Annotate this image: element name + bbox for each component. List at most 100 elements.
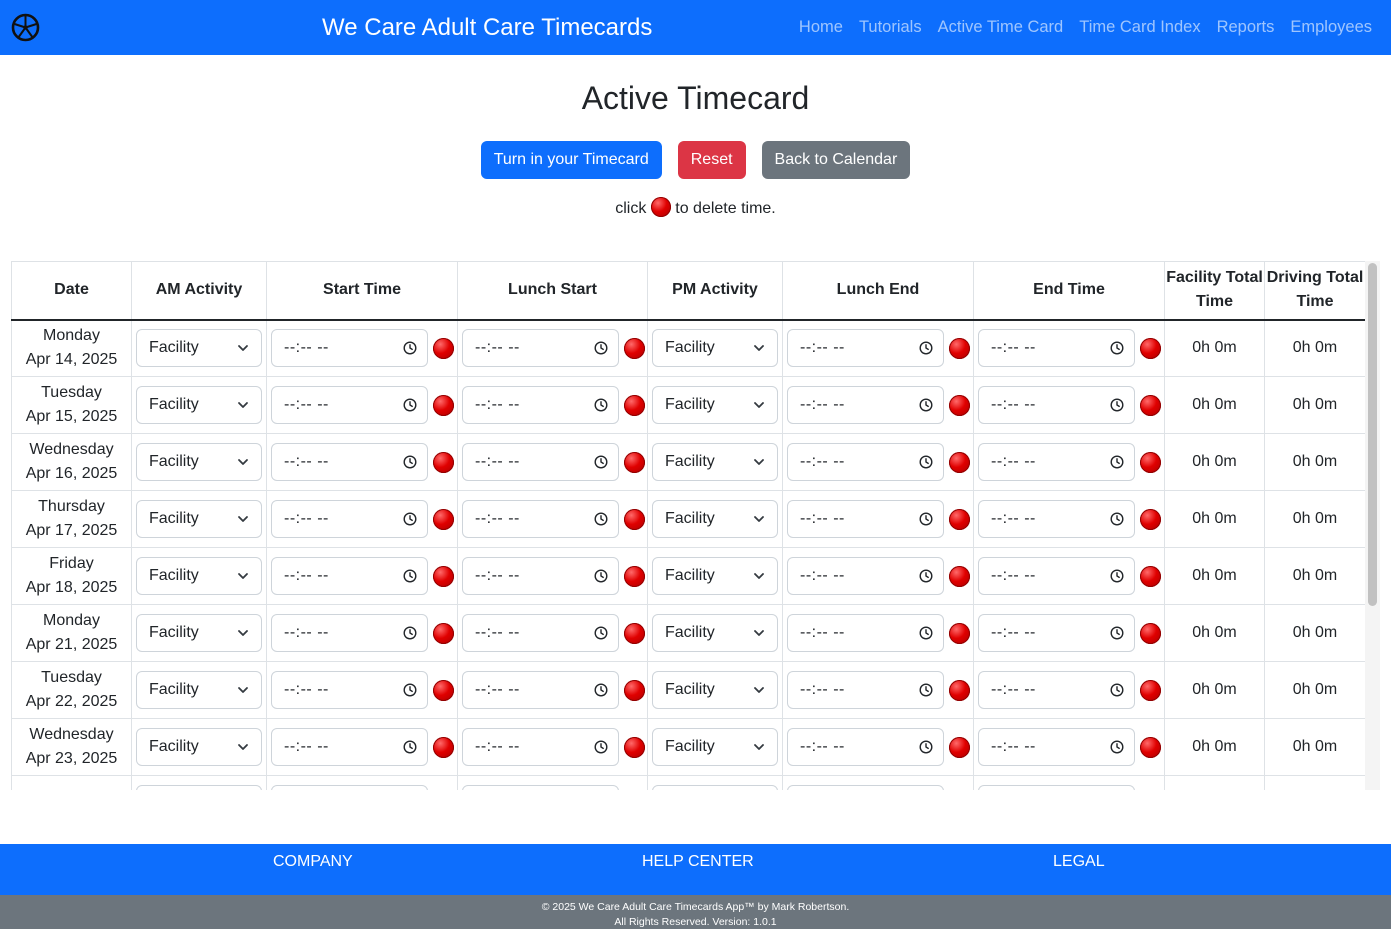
delete-end-time-red-circle-icon[interactable] xyxy=(1140,565,1161,587)
pm-activity-select[interactable]: Facility xyxy=(652,614,778,652)
end-time-input[interactable]: --:-- -- xyxy=(978,500,1135,538)
clock-icon[interactable] xyxy=(594,740,608,754)
turn-in-timecard-button[interactable]: Turn in your Timecard xyxy=(480,141,662,179)
clock-icon[interactable] xyxy=(1110,740,1124,754)
clock-icon[interactable] xyxy=(1110,512,1124,526)
clock-icon[interactable] xyxy=(594,626,608,640)
nav-employees[interactable]: Employees xyxy=(1290,18,1372,37)
end-time-input[interactable]: --:-- -- xyxy=(978,443,1135,481)
clock-icon[interactable] xyxy=(594,455,608,469)
clock-icon[interactable] xyxy=(594,569,608,583)
pm-activity-select[interactable]: Facility xyxy=(652,557,778,595)
clock-icon[interactable] xyxy=(594,398,608,412)
pm-activity-select[interactable]: Facility xyxy=(652,443,778,481)
lunch-end-input[interactable]: --:-- -- xyxy=(787,671,944,709)
end-time-input[interactable]: --:-- -- xyxy=(978,329,1135,368)
start-time-input[interactable]: --:-- -- xyxy=(271,671,428,709)
lunch-end-input[interactable]: --:-- -- xyxy=(787,443,944,481)
am-activity-select[interactable]: Facility xyxy=(136,443,262,481)
clock-icon[interactable] xyxy=(1110,569,1124,583)
start-time-input[interactable]: --:-- -- xyxy=(271,614,428,652)
footer-company[interactable]: COMPANY xyxy=(273,853,353,871)
clock-icon[interactable] xyxy=(919,626,933,640)
clock-icon[interactable] xyxy=(1110,341,1124,355)
delete-start-time-red-circle-icon[interactable] xyxy=(433,736,454,758)
end-time-input[interactable]: --:-- -- xyxy=(978,386,1135,424)
delete-lunch-start-red-circle-icon[interactable] xyxy=(624,622,645,644)
am-activity-select[interactable]: Facility xyxy=(136,557,262,595)
clock-icon[interactable] xyxy=(403,569,417,583)
nav-time-card-index[interactable]: Time Card Index xyxy=(1079,18,1200,37)
pm-activity-select[interactable]: Facility xyxy=(652,386,778,424)
footer-help-center[interactable]: HELP CENTER xyxy=(642,853,754,871)
clock-icon[interactable] xyxy=(919,683,933,697)
delete-lunch-end-red-circle-icon[interactable] xyxy=(949,679,970,701)
nav-reports[interactable]: Reports xyxy=(1217,18,1275,37)
am-activity-select[interactable]: Facility xyxy=(136,785,262,790)
lunch-start-input[interactable]: --:-- -- xyxy=(462,728,619,766)
pm-activity-select[interactable]: Facility xyxy=(652,500,778,538)
clock-icon[interactable] xyxy=(919,512,933,526)
lunch-start-input[interactable]: --:-- -- xyxy=(462,614,619,652)
wheel-icon[interactable] xyxy=(11,13,40,42)
lunch-end-input[interactable]: --:-- -- xyxy=(787,329,944,368)
lunch-end-input[interactable]: --:-- -- xyxy=(787,386,944,424)
am-activity-select[interactable]: Facility xyxy=(136,614,262,652)
clock-icon[interactable] xyxy=(403,626,417,640)
delete-lunch-end-red-circle-icon[interactable] xyxy=(949,736,970,758)
delete-lunch-end-red-circle-icon[interactable] xyxy=(949,394,970,416)
delete-lunch-end-red-circle-icon[interactable] xyxy=(949,565,970,587)
clock-icon[interactable] xyxy=(594,683,608,697)
scrollbar-thumb[interactable] xyxy=(1368,263,1377,606)
clock-icon[interactable] xyxy=(594,341,608,355)
delete-lunch-end-red-circle-icon[interactable] xyxy=(949,337,970,359)
start-time-input[interactable]: --:-- -- xyxy=(271,785,428,790)
start-time-input[interactable]: --:-- -- xyxy=(271,386,428,424)
clock-icon[interactable] xyxy=(403,398,417,412)
lunch-start-input[interactable]: --:-- -- xyxy=(462,386,619,424)
delete-start-time-red-circle-icon[interactable] xyxy=(433,508,454,530)
clock-icon[interactable] xyxy=(403,740,417,754)
start-time-input[interactable]: --:-- -- xyxy=(271,557,428,595)
am-activity-select[interactable]: Facility xyxy=(136,671,262,709)
lunch-start-input[interactable]: --:-- -- xyxy=(462,671,619,709)
clock-icon[interactable] xyxy=(594,512,608,526)
delete-lunch-start-red-circle-icon[interactable] xyxy=(624,508,645,530)
start-time-input[interactable]: --:-- -- xyxy=(271,500,428,538)
end-time-input[interactable]: --:-- -- xyxy=(978,785,1135,790)
delete-lunch-start-red-circle-icon[interactable] xyxy=(624,565,645,587)
delete-start-time-red-circle-icon[interactable] xyxy=(433,451,454,473)
delete-lunch-end-red-circle-icon[interactable] xyxy=(949,622,970,644)
footer-legal[interactable]: LEGAL xyxy=(1053,853,1105,871)
nav-tutorials[interactable]: Tutorials xyxy=(859,18,922,37)
lunch-start-input[interactable]: --:-- -- xyxy=(462,443,619,481)
delete-start-time-red-circle-icon[interactable] xyxy=(433,622,454,644)
clock-icon[interactable] xyxy=(1110,626,1124,640)
am-activity-select[interactable]: Facility xyxy=(136,728,262,766)
delete-lunch-start-red-circle-icon[interactable] xyxy=(624,394,645,416)
clock-icon[interactable] xyxy=(919,740,933,754)
nav-home[interactable]: Home xyxy=(799,18,843,37)
pm-activity-select[interactable]: Facility xyxy=(652,671,778,709)
clock-icon[interactable] xyxy=(919,455,933,469)
back-to-calendar-button[interactable]: Back to Calendar xyxy=(761,141,911,179)
pm-activity-select[interactable]: Facility xyxy=(652,329,778,368)
delete-lunch-start-red-circle-icon[interactable] xyxy=(624,679,645,701)
pm-activity-select[interactable]: Facility xyxy=(652,728,778,766)
lunch-start-input[interactable]: --:-- -- xyxy=(462,329,619,368)
nav-active-time-card[interactable]: Active Time Card xyxy=(938,18,1064,37)
start-time-input[interactable]: --:-- -- xyxy=(271,329,428,368)
end-time-input[interactable]: --:-- -- xyxy=(978,728,1135,766)
delete-lunch-start-red-circle-icon[interactable] xyxy=(624,337,645,359)
clock-icon[interactable] xyxy=(403,341,417,355)
lunch-start-input[interactable]: --:-- -- xyxy=(462,500,619,538)
lunch-end-input[interactable]: --:-- -- xyxy=(787,500,944,538)
delete-start-time-red-circle-icon[interactable] xyxy=(433,394,454,416)
lunch-end-input[interactable]: --:-- -- xyxy=(787,557,944,595)
clock-icon[interactable] xyxy=(403,512,417,526)
clock-icon[interactable] xyxy=(919,569,933,583)
delete-lunch-end-red-circle-icon[interactable] xyxy=(949,451,970,473)
end-time-input[interactable]: --:-- -- xyxy=(978,557,1135,595)
end-time-input[interactable]: --:-- -- xyxy=(978,614,1135,652)
delete-end-time-red-circle-icon[interactable] xyxy=(1140,337,1161,359)
